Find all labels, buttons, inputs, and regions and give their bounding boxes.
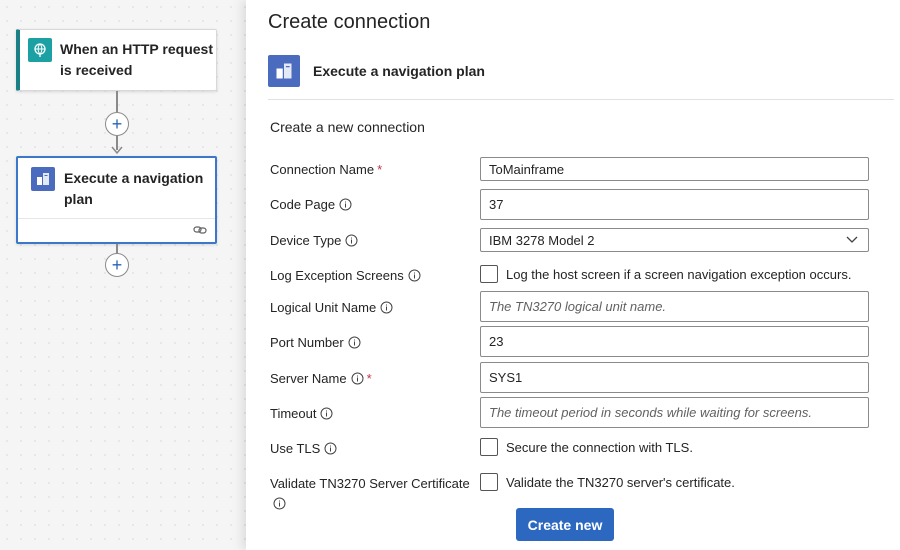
connection-name-input[interactable]	[480, 157, 869, 181]
use-tls-label-text: Use TLS	[270, 441, 321, 456]
host-integration-icon	[268, 55, 300, 87]
device-type-label: Device Type	[270, 233, 358, 248]
device-type-label-text: Device Type	[270, 233, 342, 248]
info-icon[interactable]	[339, 198, 352, 211]
server-name-input[interactable]	[480, 362, 869, 393]
create-new-button[interactable]: Create new	[516, 508, 614, 541]
port-number-label: Port Number	[270, 335, 361, 350]
validate-cert-checkbox[interactable]	[480, 473, 498, 491]
port-number-label-text: Port Number	[270, 335, 344, 350]
host-integration-icon	[31, 167, 55, 191]
log-exception-screens-checkbox-label: Log the host screen if a screen navigati…	[506, 267, 852, 282]
use-tls-label: Use TLS	[270, 441, 337, 456]
add-step-button[interactable]: +	[105, 253, 129, 277]
code-page-input[interactable]	[480, 189, 869, 220]
link-icon[interactable]	[193, 224, 207, 236]
panel-title: Create connection	[268, 11, 431, 33]
log-exception-screens-label: Log Exception Screens	[270, 268, 421, 283]
timeout-input[interactable]	[480, 397, 869, 428]
required-marker: *	[377, 162, 383, 177]
info-icon[interactable]	[380, 301, 393, 314]
device-type-select[interactable]: IBM 3278 Model 2	[480, 228, 869, 252]
info-icon[interactable]	[351, 372, 364, 385]
validate-cert-checkbox-label: Validate the TN3270 server's certificate…	[506, 475, 735, 490]
info-icon[interactable]	[345, 234, 358, 247]
info-icon[interactable]	[408, 269, 421, 282]
trigger-title: When an HTTP request is received	[60, 41, 213, 78]
plus-icon: +	[111, 255, 123, 275]
globe-icon	[28, 38, 52, 62]
server-name-label-text: Server Name	[270, 371, 347, 386]
connector-line	[116, 244, 118, 253]
log-exception-screens-checkbox[interactable]	[480, 265, 498, 283]
validate-cert-label: Validate TN3270 Server Certificate	[270, 476, 470, 491]
logical-unit-name-label-text: Logical Unit Name	[270, 300, 377, 315]
code-page-label: Code Page	[270, 197, 352, 212]
arrow-down-icon	[111, 146, 123, 155]
timeout-label: Timeout	[270, 406, 333, 421]
action-card[interactable]: Execute a navigation plan	[16, 156, 217, 244]
card-footer	[18, 218, 215, 242]
section-heading: Create a new connection	[270, 119, 425, 135]
port-number-input[interactable]	[480, 326, 869, 357]
logical-unit-name-label: Logical Unit Name	[270, 300, 393, 315]
info-icon[interactable]	[320, 407, 333, 420]
device-type-value: IBM 3278 Model 2	[489, 232, 595, 248]
connector-line	[116, 91, 118, 112]
designer-canvas: When an HTTP request is received + Execu…	[0, 0, 246, 550]
trigger-card[interactable]: When an HTTP request is received	[16, 29, 217, 91]
info-icon[interactable]	[348, 336, 361, 349]
action-title: Execute a navigation plan	[64, 170, 204, 207]
validate-cert-label-text: Validate TN3270 Server Certificate	[270, 476, 470, 491]
required-marker: *	[366, 371, 372, 386]
info-icon[interactable]	[324, 442, 337, 455]
use-tls-checkbox-label: Secure the connection with TLS.	[506, 440, 693, 455]
log-exception-screens-label-text: Log Exception Screens	[270, 268, 404, 283]
server-name-label: Server Name *	[270, 371, 372, 386]
connection-name-label: Connection Name *	[270, 162, 382, 177]
info-icon[interactable]	[273, 497, 286, 510]
use-tls-checkbox[interactable]	[480, 438, 498, 456]
connector-name: Execute a navigation plan	[313, 63, 485, 79]
insert-step-button[interactable]: +	[105, 112, 129, 136]
timeout-label-text: Timeout	[270, 406, 317, 421]
chevron-down-icon	[846, 236, 858, 243]
divider	[268, 99, 894, 100]
code-page-label-text: Code Page	[270, 197, 336, 212]
logical-unit-name-input[interactable]	[480, 291, 869, 322]
connection-name-label-text: Connection Name	[270, 162, 375, 177]
create-connection-panel: Create connection Execute a navigation p…	[246, 0, 900, 550]
plus-icon: +	[111, 114, 123, 134]
